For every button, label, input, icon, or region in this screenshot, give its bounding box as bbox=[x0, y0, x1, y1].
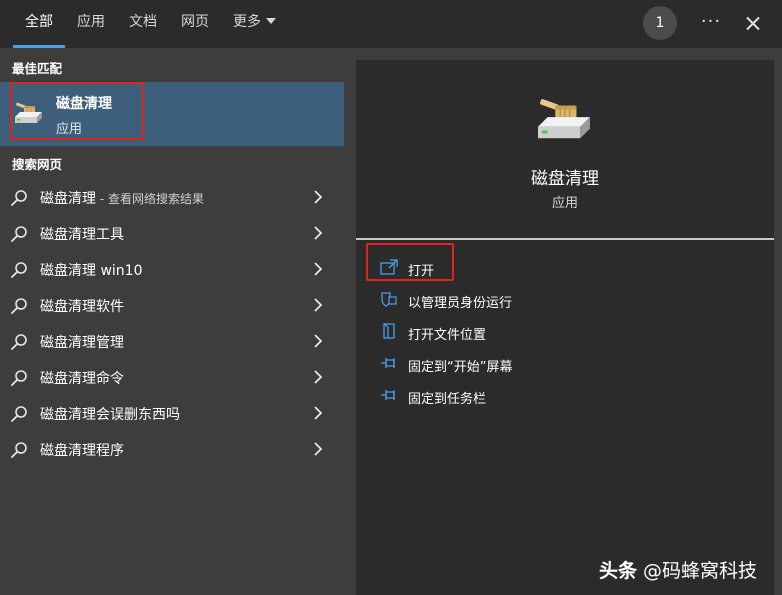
web-result-row[interactable]: 磁盘清理管理 bbox=[0, 323, 344, 359]
search-icon bbox=[10, 333, 28, 351]
close-icon[interactable] bbox=[738, 8, 768, 38]
rewards-badge[interactable]: 1 bbox=[643, 6, 677, 40]
web-result-row[interactable]: 磁盘清理 - 查看网络搜索结果 bbox=[0, 179, 344, 215]
web-result-label: 磁盘清理命令 bbox=[40, 371, 124, 387]
watermark-brand: 头条 bbox=[599, 560, 638, 582]
disk-cleanup-icon bbox=[534, 94, 592, 144]
tab-documents[interactable]: 文档 bbox=[129, 0, 157, 48]
web-result-row[interactable]: 磁盘清理命令 bbox=[0, 359, 344, 395]
web-result-label: 磁盘清理程序 bbox=[40, 443, 124, 459]
search-icon bbox=[10, 261, 28, 279]
best-match-title: 磁盘清理 bbox=[56, 96, 112, 112]
preview-app-subtitle: 应用 bbox=[551, 196, 578, 211]
web-search-heading: 搜索网页 bbox=[12, 157, 63, 172]
open-icon bbox=[380, 259, 398, 275]
search-icon bbox=[10, 369, 28, 387]
chevron-right-icon[interactable] bbox=[312, 406, 324, 420]
web-result-label: 磁盘清理 win10 bbox=[40, 263, 143, 279]
search-icon bbox=[10, 441, 28, 459]
best-match-heading: 最佳匹配 bbox=[12, 61, 63, 76]
web-result-row[interactable]: 磁盘清理会误删东西吗 bbox=[0, 395, 344, 431]
disk-cleanup-icon bbox=[13, 98, 43, 128]
pin-icon bbox=[380, 355, 398, 371]
chevron-right-icon[interactable] bbox=[312, 334, 324, 348]
chevron-right-icon[interactable] bbox=[312, 226, 324, 240]
tab-more[interactable]: 更多 bbox=[233, 0, 276, 48]
best-match-subtitle: 应用 bbox=[56, 122, 83, 137]
web-result-label: 磁盘清理会误删东西吗 bbox=[40, 407, 180, 423]
web-result-label: 磁盘清理 bbox=[40, 191, 96, 207]
shield-icon bbox=[380, 291, 398, 307]
tab-all[interactable]: 全部 bbox=[13, 0, 65, 48]
web-result-label: 磁盘清理管理 bbox=[40, 335, 124, 351]
web-result-row[interactable]: 磁盘清理工具 bbox=[0, 215, 344, 251]
action-pin-to-taskbar[interactable]: 固定到任务栏 bbox=[356, 381, 774, 411]
preview-app-title: 磁盘清理 bbox=[531, 169, 599, 189]
chevron-right-icon[interactable] bbox=[312, 370, 324, 384]
pin-icon bbox=[380, 387, 398, 403]
tab-more-label: 更多 bbox=[233, 14, 261, 30]
search-header: 全部 应用 文档 网页 更多 1 ··· bbox=[0, 0, 782, 48]
results-panel: 最佳匹配 磁盘清理 应用 搜索网页 磁盘清理 - 查看网络搜索结果 磁盘清理工具… bbox=[0, 48, 344, 595]
file-location-icon bbox=[380, 323, 398, 339]
watermark: 头条 @码蜂窝科技 bbox=[599, 556, 757, 583]
action-label: 固定到“开始”屏幕 bbox=[408, 360, 513, 375]
search-icon bbox=[10, 405, 28, 423]
search-icon bbox=[10, 189, 28, 207]
chevron-down-icon bbox=[266, 18, 276, 24]
action-run-as-admin[interactable]: 以管理员身份运行 bbox=[356, 285, 774, 315]
chevron-right-icon[interactable] bbox=[312, 262, 324, 276]
web-result-label: 磁盘清理软件 bbox=[40, 299, 124, 315]
web-result-row[interactable]: 磁盘清理 win10 bbox=[0, 251, 344, 287]
watermark-handle: @码蜂窝科技 bbox=[637, 560, 758, 582]
action-pin-to-start[interactable]: 固定到“开始”屏幕 bbox=[356, 349, 774, 379]
chevron-right-icon[interactable] bbox=[312, 298, 324, 312]
search-icon bbox=[10, 297, 28, 315]
preview-panel: 磁盘清理 应用 打开 以管理员身份运行 打开文件位置 固定到“开始”屏幕 固定到… bbox=[356, 60, 774, 595]
divider bbox=[356, 238, 774, 240]
web-result-row[interactable]: 磁盘清理程序 bbox=[0, 431, 344, 467]
action-label: 打开 bbox=[408, 264, 435, 279]
web-result-suffix: - 查看网络搜索结果 bbox=[96, 192, 204, 206]
action-label: 以管理员身份运行 bbox=[408, 296, 513, 311]
action-open[interactable]: 打开 bbox=[356, 253, 774, 283]
action-label: 固定到任务栏 bbox=[408, 392, 487, 407]
action-open-file-location[interactable]: 打开文件位置 bbox=[356, 317, 774, 347]
tab-web[interactable]: 网页 bbox=[181, 0, 209, 48]
tab-apps[interactable]: 应用 bbox=[77, 0, 105, 48]
chevron-right-icon[interactable] bbox=[312, 442, 324, 456]
web-result-row[interactable]: 磁盘清理软件 bbox=[0, 287, 344, 323]
ellipsis-icon[interactable]: ··· bbox=[698, 8, 724, 38]
action-label: 打开文件位置 bbox=[408, 328, 487, 343]
web-result-label: 磁盘清理工具 bbox=[40, 227, 124, 243]
search-icon bbox=[10, 225, 28, 243]
chevron-right-icon[interactable] bbox=[312, 190, 324, 204]
